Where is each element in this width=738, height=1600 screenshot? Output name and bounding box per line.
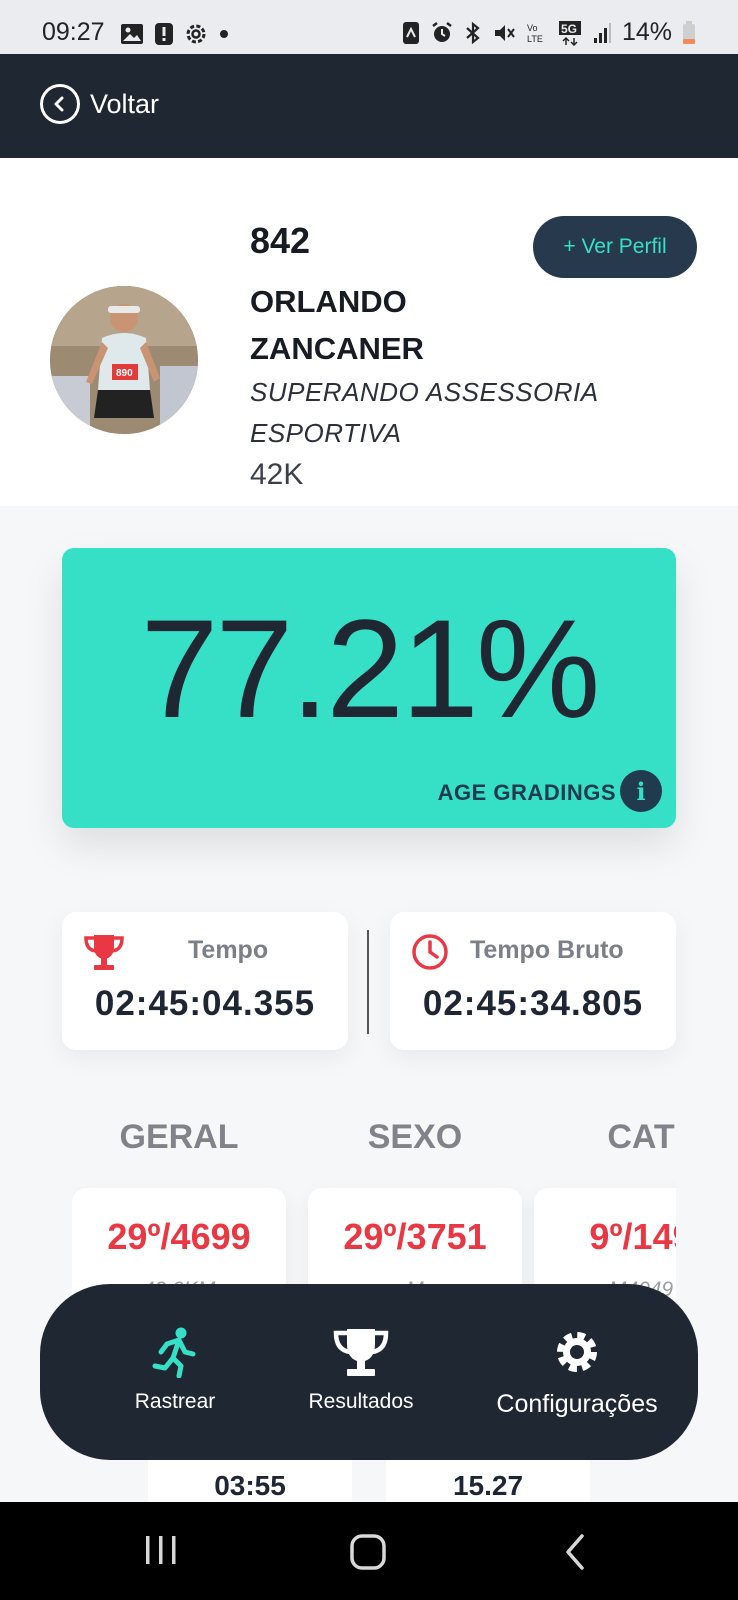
svg-text:5G: 5G xyxy=(561,22,577,36)
gear-icon xyxy=(557,1332,597,1372)
rank-head: SEXO xyxy=(367,1118,463,1156)
nav-label: Configurações xyxy=(496,1390,658,1418)
status-right-icons: Vo LTE 5G 14% xyxy=(402,18,696,47)
system-nav-bar xyxy=(0,1502,738,1600)
nfc-icon xyxy=(402,21,419,44)
back-button[interactable]: Voltar xyxy=(40,84,159,124)
mute-icon xyxy=(494,24,515,41)
runner-photo: 890 xyxy=(50,286,198,434)
status-bar: 09:27 Vo LTE 5G 14% xyxy=(0,0,738,54)
age-grading-card: 77.21% AGE GRADINGS i xyxy=(62,548,676,828)
nav-configuracoes[interactable]: Configurações xyxy=(482,1326,672,1419)
status-left-icons xyxy=(120,22,230,46)
tempo-bruto-value: 02:45:34.805 xyxy=(422,984,644,1023)
nav-label: Rastrear xyxy=(134,1390,216,1413)
tempo-value: 02:45:04.355 xyxy=(94,984,316,1023)
avatar[interactable]: 890 xyxy=(50,286,198,434)
back-nav-icon[interactable] xyxy=(560,1532,590,1572)
running-person-icon xyxy=(152,1327,196,1378)
app-header: Voltar xyxy=(0,54,738,158)
alarm-icon xyxy=(432,21,452,42)
bib-number: 842 xyxy=(250,220,311,261)
nav-resultados[interactable]: Resultados xyxy=(296,1326,426,1414)
rank-value: 9º/149 xyxy=(589,1216,676,1257)
speed-value: 15.27 xyxy=(452,1470,524,1501)
rank-value: 29º/3751 xyxy=(343,1216,487,1257)
volte-icon: VoLTE xyxy=(527,23,543,44)
team-name: SUPERANDO ASSESSORIA ESPORTIVA xyxy=(250,377,598,448)
bottom-nav: Rastrear Resultados Configurações xyxy=(40,1284,698,1460)
tempo-label: Tempo xyxy=(188,936,269,964)
dot-icon xyxy=(220,30,228,38)
back-label: Voltar xyxy=(90,88,160,119)
recent-apps-icon[interactable] xyxy=(144,1532,178,1568)
back-arrow-icon xyxy=(40,84,80,124)
time-divider xyxy=(367,930,369,1034)
tempo-bruto-card: Tempo Bruto 02:45:34.805 xyxy=(390,912,676,1050)
bluetooth-icon xyxy=(466,21,480,44)
trophy-icon xyxy=(333,1329,389,1376)
image-icon xyxy=(121,24,143,44)
battery-icon xyxy=(683,20,695,44)
race-distance: 42K xyxy=(250,458,304,491)
athlete-profile: 890 842 ORLANDO ZANCANER SUPERANDO ASSES… xyxy=(0,158,738,506)
settings-icon xyxy=(186,24,206,44)
signal-icon xyxy=(593,22,611,43)
info-icon[interactable]: i xyxy=(620,770,662,812)
nav-label: Resultados xyxy=(308,1390,414,1413)
battery-text: 14% xyxy=(621,18,672,46)
clock-icon xyxy=(412,934,448,970)
age-grading-label: AGE GRADINGS xyxy=(437,780,616,805)
rank-head: CAT xyxy=(607,1118,675,1156)
rank-value: 29º/4699 xyxy=(107,1216,251,1257)
tempo-bruto-label: Tempo Bruto xyxy=(470,936,624,964)
ver-perfil-button[interactable]: + Ver Perfil xyxy=(533,216,697,278)
svg-text:890: 890 xyxy=(116,368,133,379)
alert-icon xyxy=(155,23,173,45)
5g-icon: 5G xyxy=(558,20,581,46)
age-grading-value: 77.21% xyxy=(140,590,601,747)
svg-text:Vo: Vo xyxy=(527,23,538,33)
tempo-card: Tempo 02:45:04.355 xyxy=(62,912,348,1050)
nav-rastrear[interactable]: Rastrear xyxy=(110,1326,240,1414)
svg-text:LTE: LTE xyxy=(527,34,543,44)
status-time: 09:27 xyxy=(42,18,105,46)
pace-value: 03:55 xyxy=(214,1470,286,1501)
rank-head: GERAL xyxy=(119,1118,239,1156)
home-icon[interactable] xyxy=(348,1532,388,1572)
athlete-name: ORLANDO ZANCANER xyxy=(250,284,424,366)
trophy-icon xyxy=(84,935,124,970)
